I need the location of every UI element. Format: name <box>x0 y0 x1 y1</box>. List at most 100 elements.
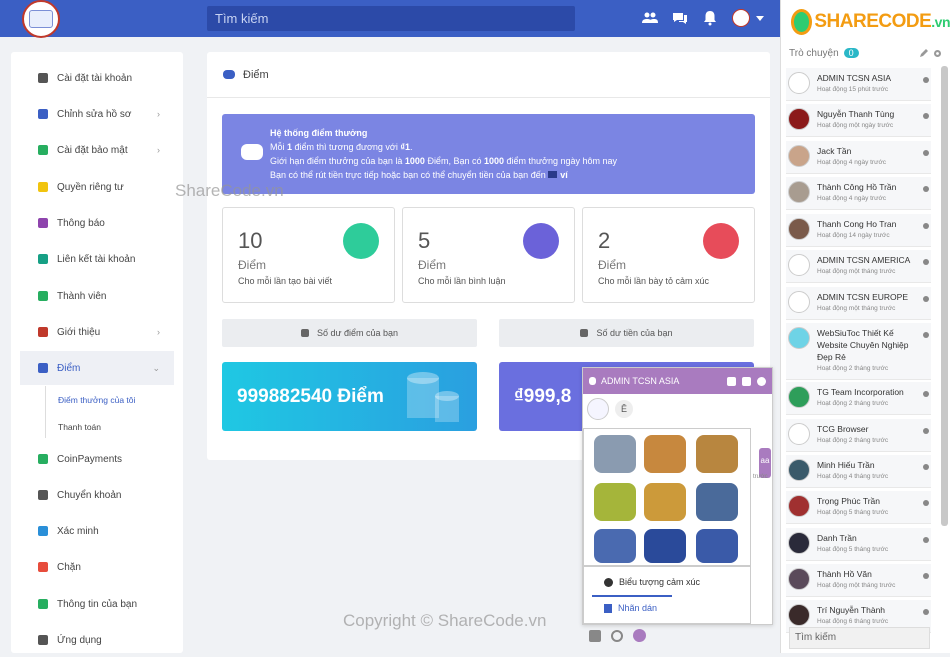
chat-popup-header[interactable]: ADMIN TCSN ASIA <box>583 368 772 394</box>
contact-name: TG Team Incorporation <box>817 387 904 397</box>
chat-search-input[interactable]: Tìm kiếm <box>789 627 930 649</box>
chat-popup-title: ADMIN TCSN ASIA <box>601 376 680 386</box>
sticker-creature[interactable] <box>594 483 636 521</box>
chat-contact[interactable]: WebSiuToc Thiết Kế Website Chuyên Nghiệp… <box>786 323 931 380</box>
gear-icon[interactable] <box>933 49 942 58</box>
contact-status: Hoạt động một tháng trước <box>817 305 896 312</box>
chat-header-title: Trò chuyện <box>789 47 839 59</box>
chevron-down-icon[interactable] <box>756 15 764 21</box>
sticker-boy[interactable] <box>644 529 686 563</box>
chat-contact[interactable]: Minh Hiếu Trần Hoạt động 4 tháng trước <box>786 455 931 488</box>
money-balance-value: ₫999,8 <box>514 385 572 407</box>
piggy-icon <box>38 363 48 373</box>
image-icon[interactable] <box>589 629 601 642</box>
contact-name: ADMIN TCSN AMERICA <box>817 255 911 265</box>
chat-contact[interactable]: ADMIN TCSN EUROPE Hoạt động một tháng tr… <box>786 287 931 320</box>
search-input[interactable]: Tìm kiếm <box>207 6 575 31</box>
watermark-bottom: Copyright © ShareCode.vn <box>343 611 547 630</box>
site-logo[interactable] <box>22 0 60 38</box>
points-value: 5 <box>418 228 431 253</box>
users-icon[interactable] <box>642 10 658 26</box>
sticker-cat-1[interactable] <box>594 435 636 473</box>
sidebar-item-7[interactable]: Giới thiệu › <box>20 315 174 349</box>
chat-contact[interactable]: TCG Browser Hoạt động 2 tháng trước <box>786 419 931 452</box>
contact-status: Hoạt động 15 phút trước <box>817 86 889 93</box>
points-balance-value: 999882540 Điểm <box>237 385 384 407</box>
tab-emoji[interactable]: Biểu tượng cảm xúc <box>604 577 700 587</box>
piggy-bank-icon <box>241 144 263 160</box>
close-icon[interactable] <box>757 376 766 386</box>
thumbs-up-icon <box>703 223 739 259</box>
sidebar-subitem-my-points[interactable]: Điểm thưởng của tôi <box>58 395 135 405</box>
contact-avatar <box>788 386 810 408</box>
shield-icon <box>38 145 48 155</box>
points-balance-button[interactable]: Số dư điểm của bạn <box>222 319 477 347</box>
contact-name: TCG Browser <box>817 424 869 434</box>
smile-icon <box>604 577 613 587</box>
wallet-icon <box>548 171 558 178</box>
sidebar-item-8[interactable]: Điểm ⌄ <box>20 351 174 385</box>
user-avatar-menu[interactable] <box>732 9 750 27</box>
sticker-cat-heart[interactable] <box>696 435 738 473</box>
contact-avatar <box>788 532 810 554</box>
sidebar-item-14[interactable]: Ứng dụng <box>20 623 174 657</box>
comments-icon <box>523 223 559 259</box>
tab-sticker[interactable]: Nhãn dán <box>604 603 657 613</box>
sidebar-item-0[interactable]: Cài đặt tài khoản <box>20 61 174 95</box>
bell-icon[interactable] <box>702 10 718 26</box>
sidebar-item-12[interactable]: Chặn <box>20 550 174 584</box>
chat-contact[interactable]: Thanh Cong Ho Tran Hoạt động 14 ngày trư… <box>786 214 931 247</box>
sidebar-item-2[interactable]: Cài đặt bảo mật › <box>20 133 174 167</box>
sidebar-item-3[interactable]: Quyền riêng tư <box>20 170 174 204</box>
share-icon <box>38 254 48 264</box>
money-balance-button[interactable]: Số dư tiền của bạn <box>499 319 754 347</box>
sidebar-item-label: Thông báo <box>57 217 105 229</box>
coin-icon <box>38 454 48 464</box>
sidebar-subitem-payment[interactable]: Thanh toán <box>58 422 101 432</box>
sidebar-item-5[interactable]: Liên kết tài khoản <box>20 242 174 276</box>
chat-contact[interactable]: Trọng Phúc Trần Hoạt động 5 tháng trước <box>786 491 931 524</box>
sticker-penguin-cat[interactable] <box>644 435 686 473</box>
contact-name: Trí Nguyễn Thành <box>817 605 886 615</box>
chat-contact[interactable]: ADMIN TCSN AMERICA Hoạt động một tháng t… <box>786 250 931 283</box>
contact-status: Hoạt động 2 tháng trước <box>817 365 889 372</box>
chat-contact[interactable]: Nguyễn Thanh Tùng Hoạt động một ngày trư… <box>786 104 931 137</box>
sidebar-item-6[interactable]: Thành viên <box>20 279 174 313</box>
sidebar-item-10[interactable]: Chuyển khoản <box>20 478 174 512</box>
sidebar-item-9[interactable]: CoinPayments <box>20 442 174 476</box>
sticker-desk[interactable] <box>696 529 738 563</box>
messages-icon[interactable] <box>672 10 688 26</box>
sidebar-item-13[interactable]: Thông tin của bạn <box>20 587 174 621</box>
chat-contact[interactable]: ADMIN TCSN ASIA Hoạt động 15 phút trước <box>786 68 931 101</box>
online-status-dot <box>923 428 929 434</box>
sticker-cat-angry[interactable] <box>644 483 686 521</box>
wallet-link[interactable]: ví <box>560 170 568 180</box>
banner-title: Hệ thống điểm thưởng <box>270 128 368 138</box>
chat-contact[interactable]: TG Team Incorporation Hoạt động 2 tháng … <box>786 382 931 415</box>
chat-contact[interactable]: Danh Trần Hoạt động 5 tháng trước <box>786 528 931 561</box>
phone-icon[interactable] <box>742 376 751 386</box>
contact-status: Hoạt động 2 tháng trước <box>817 437 889 444</box>
emoji-icon[interactable] <box>611 629 623 642</box>
online-status-dot <box>923 113 929 119</box>
chat-contact[interactable]: Thành Công Hồ Trần Hoạt động 4 ngày trướ… <box>786 177 931 210</box>
sidebar-item-11[interactable]: Xác minh <box>20 514 174 548</box>
reward-system-banner: Hệ thống điểm thưởng Mỗi 1 điểm thì tươn… <box>222 114 755 194</box>
points-description: Cho mỗi lần bày tỏ cảm xúc <box>598 276 710 286</box>
apps-icon <box>38 635 48 645</box>
chat-scrollbar[interactable] <box>941 66 948 526</box>
color-picker-icon[interactable] <box>633 629 646 642</box>
contact-name: Trọng Phúc Trần <box>817 496 880 506</box>
contact-status: Hoạt động một tháng trước <box>817 268 896 275</box>
sidebar-item-4[interactable]: Thông báo <box>20 206 174 240</box>
chat-count-badge: 0 <box>843 48 859 58</box>
chat-contact[interactable]: Jack Tần Hoạt động 4 ngày trước <box>786 141 931 174</box>
points-unit: Điểm <box>598 258 627 272</box>
edit-icon[interactable] <box>919 48 928 58</box>
sidebar-item-1[interactable]: Chỉnh sửa hồ sơ › <box>20 97 174 131</box>
chevron-icon: › <box>157 109 160 119</box>
sticker-computer[interactable] <box>696 483 738 521</box>
video-call-icon[interactable] <box>727 376 736 386</box>
sticker-good-night[interactable] <box>594 529 636 563</box>
chat-contact[interactable]: Thành Hồ Văn Hoạt động một tháng trước <box>786 564 931 597</box>
